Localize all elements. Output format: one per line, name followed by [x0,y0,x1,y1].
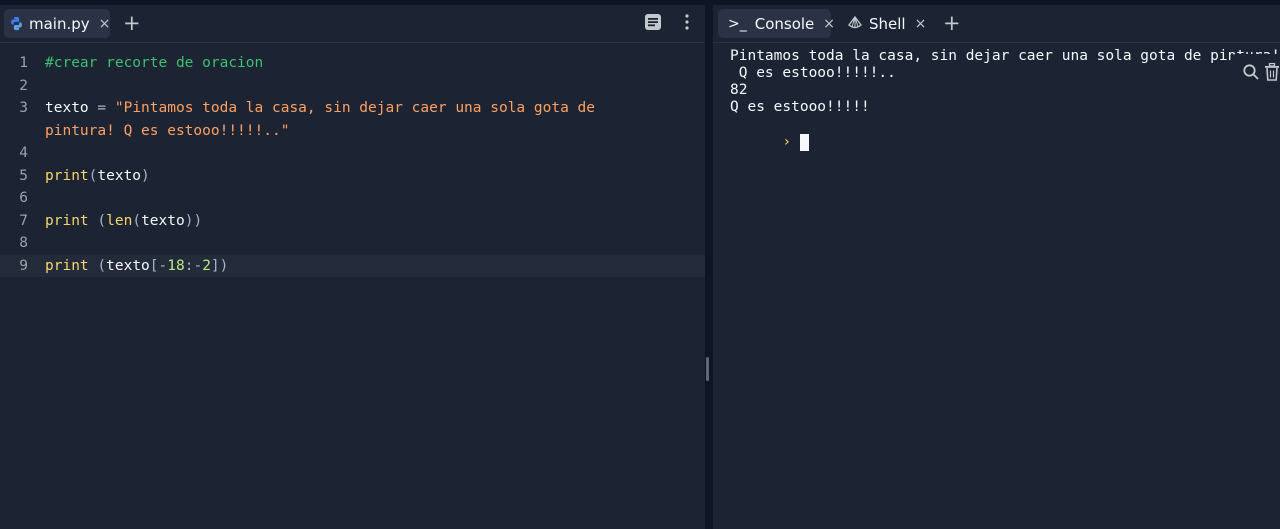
code-token: print [45,257,89,274]
line-number: 1 [19,55,28,71]
code-token: len [106,212,133,229]
pane-resize-handle[interactable] [706,357,709,381]
console-pane: >_ Console × Shell × + Pintamos toda la … [713,5,1280,529]
code-token: 18 [167,257,185,274]
code-token: ( [88,257,107,274]
code-token: ]) [210,257,229,274]
new-tab-button[interactable]: + [943,11,961,35]
code-token: ( [88,212,107,229]
line-number: 8 [19,235,28,251]
line-number: 5 [19,167,28,184]
code-token: texto [45,100,89,116]
code-line[interactable]: 7 print (len(texto)) [0,210,705,232]
close-icon[interactable]: × [99,16,111,32]
console-output-line: Q es estooo!!!!!.. [730,65,896,81]
code-text: print (texto[-18:-2]) [45,255,228,277]
code-text: print (len(texto)) [45,210,202,232]
console-output[interactable]: Pintamos toda la casa, sin dejar caer un… [713,47,1280,529]
line-number: 6 [19,190,28,206]
text-cursor [800,134,810,151]
code-token: texto [141,212,185,229]
code-line[interactable]: 9 print (texto[-18:-2]) [0,254,705,277]
tab-console[interactable]: >_ Console × [718,9,835,38]
code-line[interactable]: 2 [0,75,705,97]
tab-main-py-label: main.py [29,14,90,33]
code-token: )) [184,212,203,229]
tab-shell-label: Shell [869,14,906,33]
code-token: [- [149,257,168,274]
code-text: #crear recorte de oracion [45,52,263,74]
code-line[interactable]: 6 [0,187,705,209]
console-toolbar [1232,54,1280,90]
code-text: print(texto) [45,165,150,187]
terminal-icon: >_ [728,15,747,32]
code-token: 2 [202,257,211,274]
line-number: 9 [19,257,28,274]
code-token: :- [184,257,203,274]
code-token: texto [97,167,142,184]
code-token: pintura! Q es estooo!!!!!.." [45,122,290,139]
editor-settings-icon[interactable] [644,13,664,33]
line-number: 7 [19,212,28,229]
new-tab-button[interactable]: + [123,11,141,35]
code-token: print [45,167,89,184]
console-output-line: Pintamos toda la casa, sin dejar caer un… [730,48,1280,64]
more-options-icon[interactable] [680,13,700,33]
console-output-line: 82 [730,82,748,98]
console-output-line: Q es estooo!!!!! [730,99,870,115]
editor-pane: main.py × + 1 #crear recorte de oracion 2 3… [0,5,705,529]
code-token: = [88,100,115,116]
line-number: 3 [19,100,28,116]
code-line[interactable]: 4 [0,142,705,164]
code-line[interactable]: 8 [0,232,705,254]
close-icon[interactable]: × [823,16,835,32]
code-line[interactable]: 1 #crear recorte de oracion [0,52,705,74]
prompt-arrow-icon: › [782,134,792,150]
code-text: pintura! Q es estooo!!!!!.." [45,120,289,142]
code-line[interactable]: pintura! Q es estooo!!!!!.." [0,120,705,142]
code-token: "Pintamos toda la casa, sin dejar caer u… [114,100,595,116]
line-number: 2 [19,77,28,94]
line-number: 4 [19,145,28,161]
search-icon[interactable] [1242,63,1260,85]
console-prompt[interactable]: › [730,117,810,151]
tab-shell[interactable]: Shell × [843,9,933,38]
code-token: texto [106,257,150,274]
clear-console-icon[interactable] [1264,62,1280,85]
code-line[interactable]: 3 texto = "Pintamos toda la casa, sin dej… [0,97,705,119]
tab-console-label: Console [754,14,815,33]
close-icon[interactable]: × [915,16,927,32]
code-line[interactable]: 5 print(texto) [0,165,705,187]
python-file-icon [9,16,24,31]
code-text: texto = "Pintamos toda la casa, sin deja… [45,97,595,119]
console-tabbar: >_ Console × Shell × + [713,5,1280,43]
code-token: ) [141,167,150,184]
code-token: #crear recorte de oracion [45,55,264,71]
code-token: ( [132,212,142,229]
tab-main-py[interactable]: main.py × [4,9,110,38]
shell-icon [847,16,863,31]
editor-tabbar: main.py × + [0,5,705,43]
code-editor[interactable]: 1 #crear recorte de oracion 2 3 texto = "Pin… [0,47,705,529]
code-token: print [45,212,89,229]
